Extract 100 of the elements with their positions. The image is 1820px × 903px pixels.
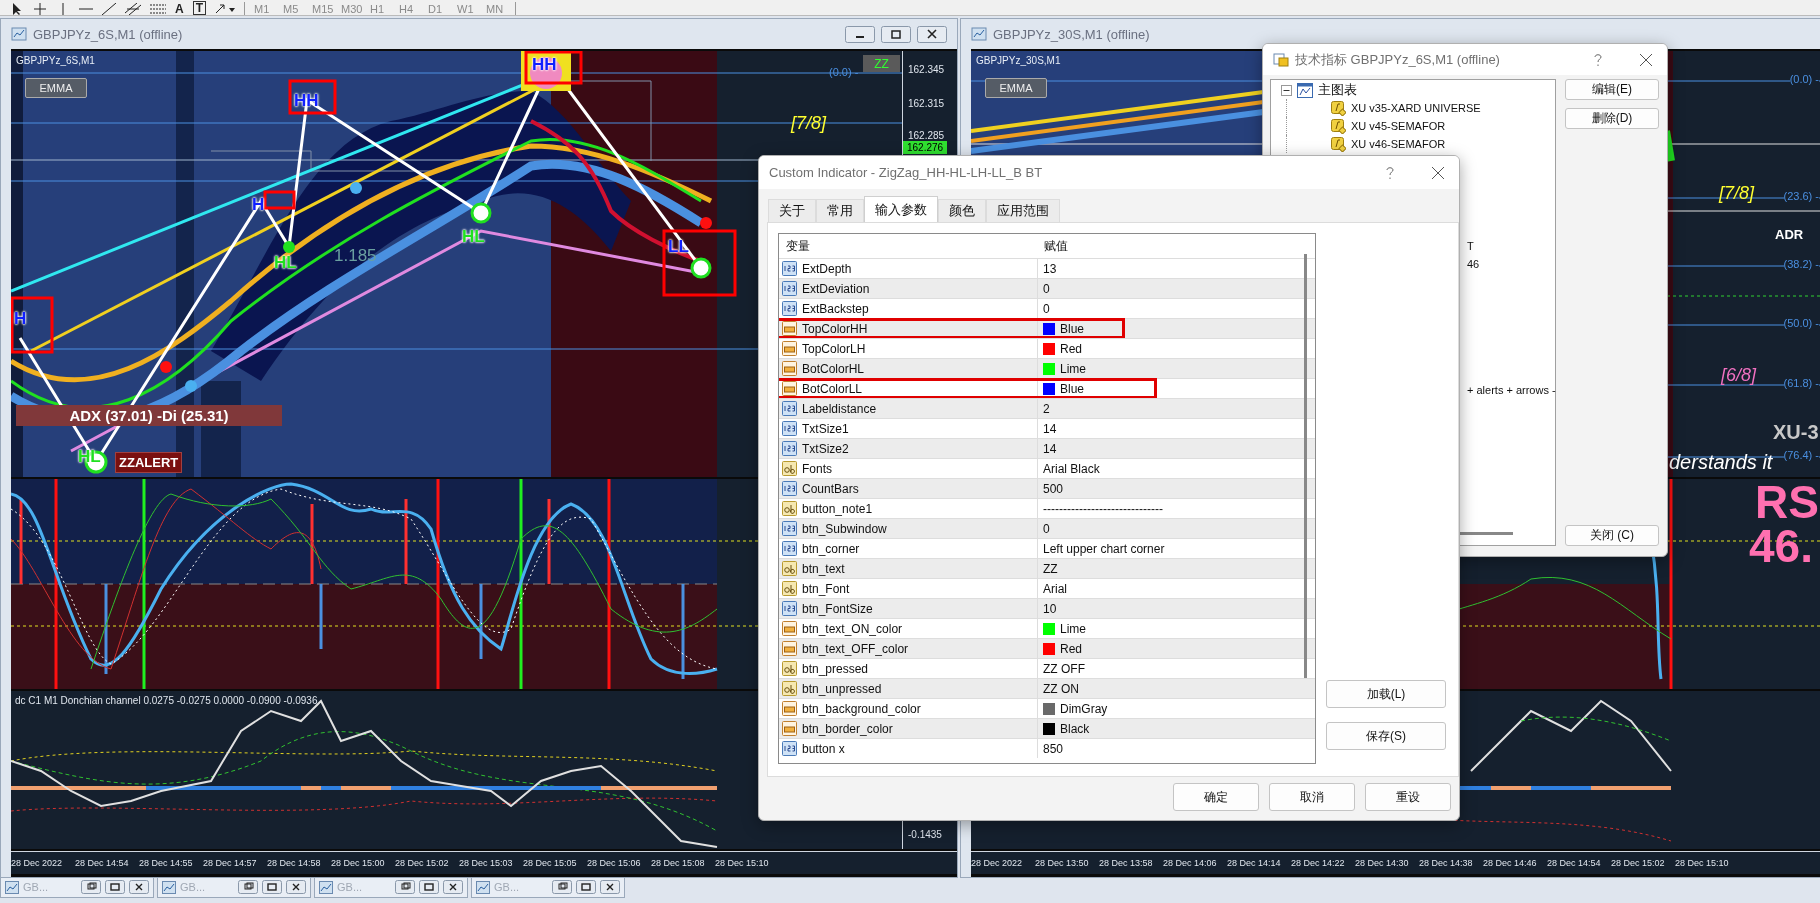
fibonacci-icon[interactable] [150,3,166,15]
cursor-icon[interactable] [10,3,24,15]
list-text-fragment: T [1467,240,1474,252]
close-icon[interactable] [286,880,306,894]
restore-icon[interactable] [238,880,258,894]
restore-icon[interactable] [81,880,101,894]
dialog-button[interactable]: 编辑(E) [1565,79,1659,100]
trendline-icon[interactable] [102,3,116,15]
highlight-frame [263,190,296,210]
tab[interactable]: 输入参数 [864,196,938,222]
tree-item[interactable]: XU v46-SEMAFOR [1351,138,1446,150]
time-label: 28 Dec 15:06 [587,857,642,870]
chart-window-icon [11,27,27,41]
parameter-value[interactable]: Red [1060,641,1082,656]
chart-window-icon [476,880,490,894]
parameter-value[interactable]: Arial Black [1043,461,1100,476]
minimize-icon[interactable] [845,25,875,43]
fibo-level-label: (76.4) - [1783,449,1819,461]
marker-dot [690,257,712,279]
emma-button[interactable]: EMMA [985,78,1047,98]
parameter-value[interactable]: ZZ OFF [1043,661,1085,676]
emma-button[interactable]: EMMA [25,78,87,98]
arrows-icon[interactable] [215,3,235,15]
parameter-value[interactable]: Left upper chart corner [1043,541,1165,556]
tab[interactable]: 颜色 [938,199,986,222]
parameter-value[interactable]: Black [1060,721,1090,736]
parameter-value[interactable]: 850 [1043,741,1064,756]
maximize-icon[interactable] [576,880,596,894]
column-header[interactable]: 变量 [779,237,1037,255]
price-tick: 162.315 [908,98,945,109]
close-button[interactable]: 关闭 (C) [1565,525,1659,546]
parameter-value[interactable]: ZZ [1043,561,1058,576]
close-icon[interactable] [1431,165,1445,180]
parameter-value[interactable]: Lime [1060,621,1086,636]
parameter-name: TxtSize1 [802,421,849,436]
parameter-name: TxtSize2 [802,441,849,456]
murrey-level-label: [6/8] [1721,365,1757,386]
close-icon[interactable] [443,880,463,894]
tab[interactable]: 应用范围 [986,199,1060,222]
close-icon[interactable] [600,880,620,894]
parameter-value[interactable]: Red [1060,341,1082,356]
close-icon[interactable] [129,880,149,894]
color-type-icon [782,701,797,716]
spike-bar [319,584,323,649]
close-icon[interactable] [917,25,947,43]
parameter-value[interactable]: 10 [1043,601,1057,616]
window-label: GB... [337,881,363,893]
tree-item[interactable]: 主图表 [1318,81,1357,99]
channel-icon[interactable] [125,3,141,15]
time-label: 28 Dec 15:00 [331,857,386,870]
fibo-level-label: (38.2) - [1783,258,1819,270]
maximize-icon[interactable] [419,880,439,894]
time-label: 28 Dec 15:03 [459,857,514,870]
parameter-value[interactable]: 14 [1043,421,1057,436]
tree-toggle-icon[interactable] [1281,84,1292,96]
parameter-value[interactable]: Blue [1060,381,1085,396]
text-type-icon [782,581,797,596]
restore-icon[interactable] [881,25,911,43]
list-text-fragment: + alerts + arrows - [1467,384,1556,396]
zz-toggle-button[interactable]: ZZ [863,55,900,72]
time-label: 28 Dec 14:38 [1419,857,1474,870]
parameter-value[interactable]: 0 [1043,301,1050,316]
dialog-button[interactable]: 删除(D) [1565,108,1659,129]
parameter-value[interactable]: 2 [1043,401,1050,416]
chart-symbol: GBPJPYz_6S,M1 [16,55,95,66]
chart-window-icon [162,880,176,894]
parameter-value[interactable]: 500 [1043,481,1064,496]
parameter-value[interactable]: 0 [1043,281,1050,296]
crosshair-icon[interactable] [33,3,47,15]
parameter-value[interactable]: 14 [1043,441,1057,456]
tree-item[interactable]: XU v35-XARD UNIVERSE [1351,102,1481,114]
parameter-value[interactable]: ------------------------------ [1043,501,1163,516]
parameter-value[interactable]: Blue [1060,321,1085,336]
parameter-value[interactable]: DimGray [1060,701,1108,716]
parameter-value[interactable]: Lime [1060,361,1086,376]
restore-icon[interactable] [552,880,572,894]
close-icon[interactable] [1639,52,1653,67]
dialog-button[interactable]: 确定 [1173,783,1259,811]
tab[interactable]: 关于 [768,199,816,222]
column-header[interactable]: 赋值 [1037,237,1296,255]
dialog-button[interactable]: 加载(L) [1326,680,1446,708]
restore-icon[interactable] [395,880,415,894]
dialog-button[interactable]: 保存(S) [1326,722,1446,750]
help-icon[interactable] [1593,52,1603,67]
help-icon[interactable] [1385,165,1395,180]
parameter-value[interactable]: Arial [1043,581,1067,596]
maximize-icon[interactable] [262,880,282,894]
parameter-value[interactable]: 13 [1043,261,1057,276]
parameter-value[interactable]: 0 [1043,521,1050,536]
parameter-name: btn_border_color [802,721,893,736]
scrollbar[interactable] [1304,254,1307,678]
tab[interactable]: 常用 [816,199,864,222]
dialog-button[interactable]: 取消 [1269,783,1355,811]
dialog-button[interactable]: 重设 [1365,783,1451,811]
murrey-level-label: [7/8] [791,113,827,134]
parameter-value[interactable]: ZZ ON [1043,681,1079,696]
maximize-icon[interactable] [105,880,125,894]
text-label-tool[interactable]: T [192,1,206,15]
tree-item[interactable]: XU v45-SEMAFOR [1351,120,1446,132]
text-tool[interactable]: A [175,3,184,15]
